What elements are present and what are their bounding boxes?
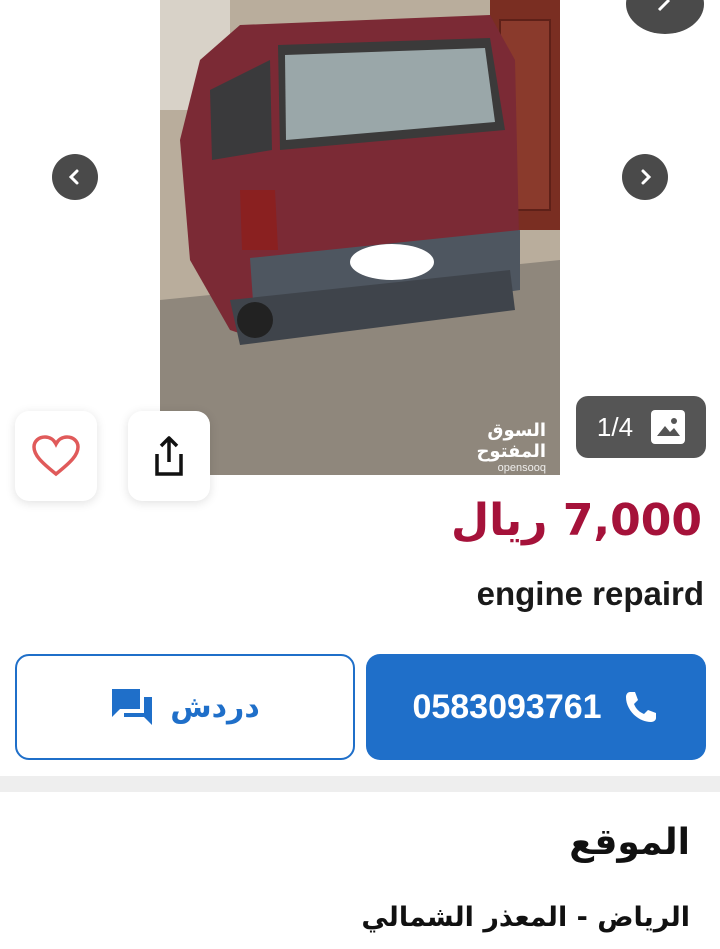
phone-number: 0583093761 [412, 687, 602, 726]
previous-image-button[interactable] [52, 154, 98, 200]
image-gallery: السوق المفتوح opensooq 1/4 [0, 0, 720, 501]
chevron-right-icon [657, 0, 671, 12]
listing-photo[interactable] [160, 0, 560, 475]
chevron-left-icon [68, 169, 79, 185]
watermark-arabic: السوق المفتوح [476, 420, 546, 462]
image-icon [651, 410, 686, 444]
chat-button[interactable]: دردش [15, 654, 355, 760]
watermark-english: opensooq [497, 462, 546, 474]
chevron-right-icon [641, 169, 652, 185]
phone-icon [625, 692, 656, 722]
next-image-button[interactable] [622, 154, 668, 200]
chat-button-label: دردش [170, 689, 260, 725]
chat-icon [112, 689, 153, 725]
section-divider [0, 776, 720, 792]
share-button[interactable] [128, 411, 210, 501]
call-button[interactable]: 0583093761 [366, 654, 706, 760]
listing-price: 7,000 ريال [450, 495, 702, 546]
favorite-button[interactable] [15, 411, 97, 501]
location-value: الرياض - المعذر الشمالي [361, 902, 690, 933]
image-counter-text: 1/4 [596, 411, 634, 442]
previous-image-button-top[interactable] [626, 0, 704, 34]
location-heading: الموقع [569, 822, 690, 863]
heart-icon [32, 435, 80, 477]
image-counter[interactable]: 1/4 [576, 396, 706, 458]
listing-title: engine repaird [476, 575, 704, 612]
share-icon [155, 436, 183, 476]
watermark: السوق المفتوح opensooq [430, 420, 546, 474]
